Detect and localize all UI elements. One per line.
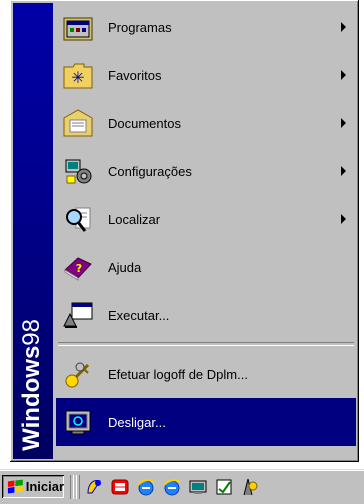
quick-launch-icon-6[interactable] [214,477,234,497]
menu-item-label: Desligar... [108,414,166,430]
logoff-keys-icon [60,356,96,392]
shutdown-computer-icon [60,404,96,440]
menu-item-localizar[interactable]: Localizar [56,195,356,243]
favorites-folder-icon: ✳ [60,57,96,93]
svg-text:?: ? [76,262,82,275]
menu-item-logoff[interactable]: Efetuar logoff de Dplm... [56,350,356,398]
taskbar-divider [70,475,74,499]
menu-item-label: Executar... [108,307,170,323]
menu-item-configuracoes[interactable]: Configurações [56,147,356,195]
quick-launch-icon-5[interactable] [188,477,208,497]
submenu-arrow-icon [341,22,346,32]
menu-item-label: Ajuda [108,259,142,275]
menu-item-ajuda[interactable]: ? Ajuda [56,243,356,291]
menu-item-label: Programas [108,19,172,35]
start-menu: Windows98 Programas ✳ Favoritos Document… [10,0,359,462]
quick-launch-icon-7[interactable] [240,477,260,497]
submenu-arrow-icon [341,118,346,128]
quick-launch-icon-2[interactable] [110,477,130,497]
quick-launch-grip[interactable] [76,475,80,499]
help-book-icon: ? [60,249,96,285]
banner-brand: Windows98 [15,319,49,451]
menu-item-label: Documentos [108,115,181,131]
svg-text:✳: ✳ [71,68,84,87]
menu-item-favoritos[interactable]: ✳ Favoritos [56,51,356,99]
internet-explorer-icon[interactable] [136,477,156,497]
menu-item-label: Configurações [108,163,192,179]
start-button[interactable]: Iniciar [2,475,64,498]
start-button-label: Iniciar [25,479,64,494]
settings-icon [60,153,96,189]
menu-item-desligar[interactable]: Desligar... [56,398,356,446]
taskbar: Iniciar [0,469,364,504]
menu-item-executar[interactable]: Executar... [56,291,356,339]
run-icon [60,297,96,333]
submenu-arrow-icon [341,166,346,176]
menu-item-label: Efetuar logoff de Dplm... [108,366,248,382]
banner-brand-version: 98 [18,319,45,346]
find-icon [60,201,96,237]
menu-items: Programas ✳ Favoritos Documentos Configu… [56,3,356,446]
start-menu-banner: Windows98 [13,3,53,459]
menu-item-label: Favoritos [108,67,162,83]
quick-launch-icon-1[interactable] [84,477,104,497]
menu-separator [58,342,354,346]
banner-brand-bold: Windows [18,345,45,451]
menu-item-label: Localizar [108,211,161,227]
submenu-arrow-icon [341,214,346,224]
menu-item-programas[interactable]: Programas [56,3,356,51]
menu-item-documentos[interactable]: Documentos [56,99,356,147]
internet-explorer-icon-2[interactable] [162,477,182,497]
windows-flag-icon [7,479,23,493]
documents-folder-icon [60,105,96,141]
programs-folder-icon [60,9,96,45]
submenu-arrow-icon [341,70,346,80]
